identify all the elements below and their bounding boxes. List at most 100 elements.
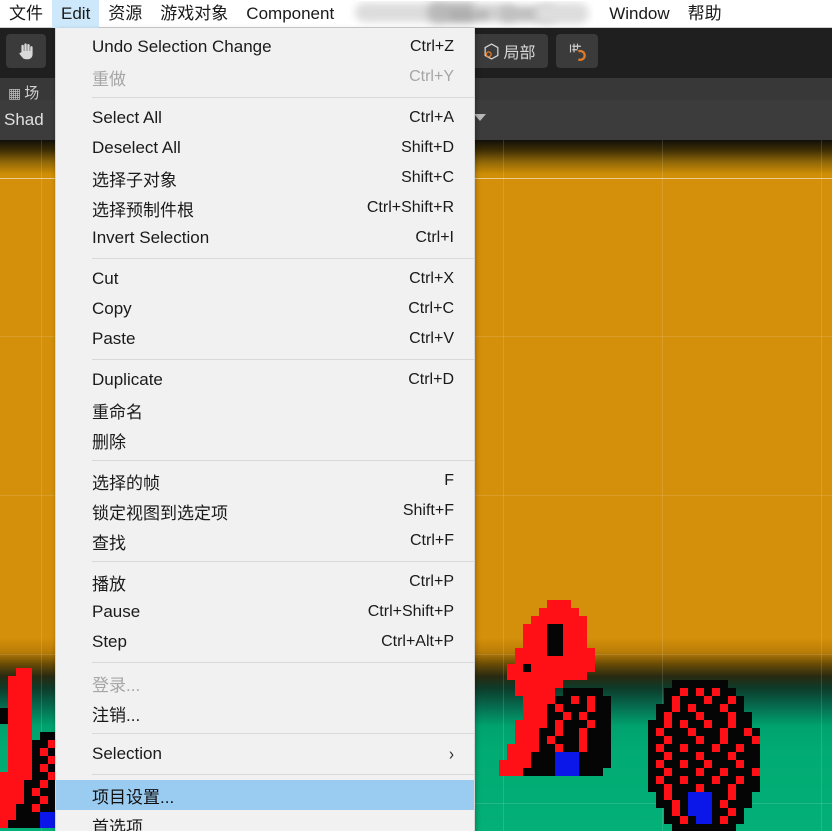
menubar-item-help[interactable]: 帮助 (679, 0, 731, 28)
menu-item-label: 重做 (92, 69, 126, 89)
menubar-item-gameobject[interactable]: 游戏对象 (151, 0, 237, 28)
menubar-item-file[interactable]: 文件 (0, 0, 52, 28)
hand-tool-button[interactable] (6, 34, 46, 68)
grid-icon: ▦ (8, 85, 22, 101)
menu-item-shortcut: Ctrl+Z (410, 38, 454, 55)
menu-item[interactable]: 重命名 (56, 395, 474, 425)
menu-separator (92, 774, 474, 775)
menu-item-label: 播放 (92, 574, 126, 594)
menu-item[interactable]: 删除 (56, 425, 474, 455)
menu-item[interactable]: Duplicate Ctrl+D (56, 365, 474, 395)
blurred-menu-items (349, 1, 594, 27)
menu-item[interactable]: Selection › (56, 739, 474, 769)
menu-item-shortcut: Ctrl+Shift+P (367, 603, 454, 620)
menu-item[interactable]: 查找 Ctrl+F (56, 526, 474, 556)
menu-item-label: 选择子对象 (92, 170, 177, 190)
menu-item[interactable]: 选择预制件根 Ctrl+Shift+R (56, 193, 474, 223)
menu-item-label: 锁定视图到选定项 (92, 503, 228, 523)
menu-item[interactable]: 播放 Ctrl+P (56, 567, 474, 597)
menu-item-label: Deselect All (92, 138, 181, 157)
menu-item-label: Pause (92, 602, 141, 621)
menu-separator (92, 460, 474, 461)
edit-dropdown-menu[interactable]: Undo Selection Change Ctrl+Z 重做 Ctrl+Y Selec… (55, 28, 475, 831)
menubar-item-component[interactable]: Component (237, 0, 343, 28)
menu-item[interactable]: 注销... (56, 698, 474, 728)
shader-label: Shad (4, 110, 44, 129)
menu-item[interactable]: 选择子对象 Shift+C (56, 163, 474, 193)
menu-item[interactable]: 首选项... (56, 810, 474, 831)
menu-item-label: 登录... (92, 675, 141, 695)
pivot-cube-icon (485, 42, 499, 60)
menu-item-label: Paste (92, 329, 136, 348)
menu-item-shortcut: Ctrl+A (409, 109, 454, 126)
menu-item: 登录... (56, 668, 474, 698)
menu-item-shortcut: F (444, 472, 454, 489)
menu-item-label: 注销... (92, 705, 141, 725)
menu-item-shortcut: Ctrl+V (409, 330, 454, 347)
menu-item-label: Duplicate (92, 370, 163, 389)
menu-item-label: 选择的帧 (92, 473, 160, 493)
menu-item[interactable]: 选择的帧 F (56, 466, 474, 496)
menu-item-label: 查找 (92, 533, 126, 553)
menu-item[interactable]: Deselect All Shift+D (56, 133, 474, 163)
menu-item-label: 选择预制件根 (92, 200, 194, 220)
menu-item-label: Select All (92, 108, 162, 127)
menu-item-shortcut: Ctrl+D (408, 371, 454, 388)
enemy-sprite[interactable] (648, 680, 760, 831)
menu-item-label: Invert Selection (92, 228, 210, 247)
menu-bar: 文件 Edit 资源 游戏对象 Component Window 帮助 (0, 0, 832, 28)
menu-item-shortcut: Shift+C (401, 169, 454, 186)
editor-window: 局部 ▦场 Shad ht (0, 0, 832, 831)
menu-item[interactable]: Copy Ctrl+C (56, 294, 474, 324)
menu-item[interactable]: Paste Ctrl+V (56, 324, 474, 354)
menu-item-label: 项目设置... (92, 787, 175, 807)
menu-item[interactable]: Select All Ctrl+A (56, 103, 474, 133)
menubar-item-window[interactable]: Window (600, 0, 678, 28)
pivot-mode-button[interactable]: 局部 (470, 34, 548, 68)
menu-item-shortcut: Ctrl+C (408, 300, 454, 317)
menubar-item-edit[interactable]: Edit (52, 0, 100, 28)
menu-separator (92, 733, 474, 734)
enemy-sprite[interactable] (499, 600, 611, 776)
menu-item-shortcut: Ctrl+Y (409, 68, 454, 85)
grid-line-vertical (821, 140, 822, 831)
menu-item[interactable]: Step Ctrl+Alt+P (56, 627, 474, 657)
menu-item-label: Copy (92, 299, 132, 318)
menu-item-shortcut: Ctrl+Shift+R (366, 199, 454, 216)
menu-item[interactable]: 锁定视图到选定项 Shift+F (56, 496, 474, 526)
grid-snap-button[interactable] (556, 34, 598, 68)
chevron-right-icon: › (449, 744, 454, 764)
chevron-down-icon[interactable] (474, 114, 486, 121)
menu-item[interactable]: Cut Ctrl+X (56, 264, 474, 294)
menu-item[interactable]: Invert Selection Ctrl+I (56, 223, 474, 253)
menu-item-label: Step (92, 632, 127, 651)
menu-item-shortcut: Ctrl+X (409, 270, 454, 287)
menu-item-shortcut: Ctrl+I (415, 229, 454, 246)
menu-item-shortcut: Shift+F (402, 502, 454, 519)
menu-item-label: Cut (92, 269, 119, 288)
menu-item-label: 首选项... (92, 817, 158, 831)
menu-item-shortcut: Shift+D (401, 139, 454, 156)
blur-blob (535, 2, 590, 24)
menu-item-shortcut: Ctrl+F (410, 532, 454, 549)
grid-snap-icon (569, 43, 586, 61)
menu-separator (92, 561, 474, 562)
menu-separator (92, 359, 474, 360)
pivot-mode-label: 局部 (503, 45, 536, 62)
menu-item-shortcut: Ctrl+Alt+P (381, 633, 454, 650)
menu-item[interactable]: Pause Ctrl+Shift+P (56, 597, 474, 627)
menu-item-label: 重命名 (92, 402, 143, 422)
menu-separator (92, 662, 474, 663)
hand-icon (19, 43, 33, 60)
menu-item-shortcut: Ctrl+P (409, 573, 454, 590)
menu-item-label: Undo Selection Change (92, 37, 272, 56)
menu-item-label: 删除 (92, 432, 126, 452)
menu-item[interactable]: 项目设置... (56, 780, 474, 810)
menu-separator (92, 258, 474, 259)
menubar-item-assets[interactable]: 资源 (99, 0, 151, 28)
menu-item: 重做 Ctrl+Y (56, 62, 474, 92)
menu-item-label: Selection (92, 744, 162, 763)
blur-blob (449, 11, 490, 18)
menu-item[interactable]: Undo Selection Change Ctrl+Z (56, 32, 474, 62)
menu-separator (92, 97, 474, 98)
